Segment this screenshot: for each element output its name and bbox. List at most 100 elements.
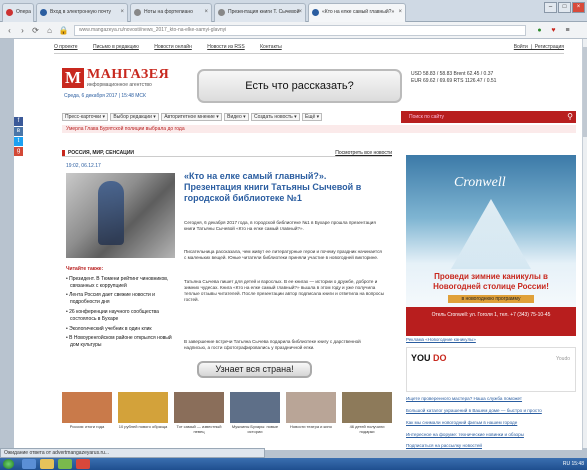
article-paragraph: Сегодня, 6 декабря 2017 года, в городско… [184,220,376,232]
page-scrollbar[interactable] [582,39,587,448]
ad-brand: Cronwell [454,175,506,190]
system-tray[interactable]: RU 15:48 [563,459,584,469]
site-logo[interactable]: М МАНГАЗЕЯ информационное агентство Сред… [62,67,182,105]
close-window-button[interactable]: × [572,2,585,13]
thumb-item[interactable]: Мужчины Бухары: новые истории [230,392,280,447]
thumb-image [286,392,336,423]
all-news-link[interactable]: Посмотреть все новости [335,149,392,157]
menu-icon[interactable]: ≡ [562,25,573,36]
tab-label: Вход в электронную почту [50,9,111,15]
tab-label: Ноты на фортепиано [144,9,193,15]
right-link[interactable]: Интересное на форуме: технические новинк… [406,432,576,438]
right-link[interactable]: Подписаться на рассылку новостей [406,443,576,449]
right-link-text[interactable]: Большой каталог украшений в Вашем доме —… [406,408,542,413]
twitter-icon[interactable]: t [14,137,23,146]
tell-story-banner[interactable]: Есть что рассказать? [197,69,402,103]
rates-line-2: EUR 69.62 / 69.69 RTS 1126.47 / 0.51 [411,78,497,84]
logo-mark: М [62,68,84,88]
menu-more[interactable]: Ещё ▾ [302,113,323,121]
media-icon[interactable] [58,459,72,469]
tab-opera[interactable]: Опера [2,3,34,22]
close-tab-icon[interactable]: × [398,4,402,21]
currency-rates: USD 58.83 / 58.83 Brent 62.45 / 0.37 EUR… [411,71,576,93]
thumb-item[interactable]: Тот самый — известный певец [174,392,224,447]
tab-notes[interactable]: Ноты на фортепиано × [130,3,212,22]
nav-letter[interactable]: Письмо в редакцию [93,44,139,50]
tab-label: Опера [16,9,31,15]
heart-icon[interactable]: ♥ [548,25,559,36]
site-search-input[interactable]: Поиск по сайту ⚲ [401,111,576,123]
youdo-widget[interactable]: YOU DO Youdo [406,347,576,392]
nav-contacts[interactable]: Контакты [260,44,282,50]
thumb-item[interactable]: 10 рублей нового образца [118,392,168,447]
menu-create-news[interactable]: Создать новость ▾ [251,113,300,121]
right-link-text[interactable]: Как мы снимали новогодний фильм в нашем … [406,420,517,425]
christmas-tree-icon [451,199,531,269]
opera-icon [6,9,13,16]
ie-icon[interactable] [22,459,36,469]
article-photo[interactable] [66,173,175,258]
close-tab-icon[interactable]: × [204,4,208,21]
right-link[interactable]: Ищете проверенного мастера? Наша служба … [406,396,576,402]
right-link[interactable]: Как мы снимали новогодний фильм в нашем … [406,420,576,426]
ad-cta-button[interactable]: в новогоднюю программу [448,295,534,303]
tab-presentation[interactable]: Презентация книги Т. Сычевой × [214,3,306,22]
forward-button[interactable]: › [17,25,28,36]
right-link-text[interactable]: Ищете проверенного мастера? Наша служба … [406,396,522,401]
thumb-item[interactable]: Новости театра и кино [286,392,336,447]
thumb-image [62,392,112,423]
nav-rss[interactable]: Новости из RSS [207,44,245,50]
tab-mail[interactable]: Вход в электронную почту × [36,3,128,22]
read-more-item[interactable]: • Лента Россия дает свежие новости и под… [66,292,176,306]
article-paragraph: Писательница рассказала, чем живут ее ли… [184,249,382,261]
home-icon[interactable]: ⌂ [44,25,55,36]
tab-article[interactable]: «Кто на елке самый главный?» × [308,3,406,22]
thumb-item[interactable]: 46 детей получили подарки [342,392,392,447]
right-link-text[interactable]: Интересное на форуме: технические новинк… [406,432,524,437]
scrollbar-thumb[interactable] [583,47,587,137]
section-header: РОССИЯ, МИР, СЕНСАЦИИ Посмотреть все нов… [62,149,392,157]
menu-opinion[interactable]: Авторитетное мнение ▾ [161,113,222,121]
maximize-button[interactable]: □ [558,2,571,13]
thumb-item[interactable]: Россия: итоги года [62,392,112,447]
login-register-link[interactable]: Войти ❘ Регистрация [514,44,564,50]
close-tab-icon[interactable]: × [298,4,302,21]
youdo-logo-b: DO [430,353,447,363]
menu-press-cards[interactable]: Пресс-карточки ▾ [62,113,108,121]
article-title[interactable]: «Кто на елке самый главный?». Презентаци… [184,171,384,204]
article-paragraph: В завершение встречи Татьяна Сычева пода… [184,339,361,351]
reload-icon[interactable]: ⟳ [30,25,41,36]
facebook-icon[interactable]: f [14,117,23,126]
category-toolbar: Пресс-карточки ▾ Выбор редакции ▾ Автори… [62,113,402,122]
news-thumbnails: Россия: итоги года 10 рублей нового обра… [62,392,398,447]
google-icon[interactable]: g [14,147,23,156]
search-icon[interactable]: ⚲ [567,111,573,123]
back-button[interactable]: ‹ [4,25,15,36]
read-more-item[interactable]: • 26 конференции научного сообщества сос… [66,309,176,323]
close-tab-icon[interactable]: × [120,4,124,21]
right-link[interactable]: Большой каталог украшений в Вашем доме —… [406,408,576,414]
folder-icon[interactable] [40,459,54,469]
url-input[interactable]: www.mangazeya.ru/novosti/news_2017_kto-n… [74,25,526,36]
section-title: РОССИЯ, МИР, СЕНСАЦИИ [68,150,135,156]
cronwell-ad-banner[interactable]: Cronwell Проведи зимние каникулы в Новог… [406,155,576,336]
news-ticker[interactable]: Умерла Глава Бурятской полиции выбрала д… [62,125,576,133]
web-page: О проекте Письмо в редакцию Новости онла… [14,39,582,450]
opera-taskbar-icon[interactable] [76,459,90,469]
menu-video[interactable]: Видео ▾ [224,113,249,121]
extension-icon[interactable]: ● [534,25,545,36]
whole-country-button[interactable]: Узнает вся страна! [197,361,312,378]
nav-about[interactable]: О проекте [54,44,78,50]
vk-icon[interactable]: в [14,127,23,136]
right-link-text[interactable]: Подписаться на рассылку новостей [406,443,482,448]
youdo-logo-a: YOU [411,353,431,363]
photo-figure [98,181,124,245]
menu-editors-choice[interactable]: Выбор редакции ▾ [110,113,159,121]
start-button-icon[interactable] [3,459,14,469]
nav-online[interactable]: Новости онлайн [154,44,192,50]
read-more-item[interactable]: • Экологический учебник в один клик [66,326,176,333]
read-more-item[interactable]: • В Новоуренгойском районе открылся новы… [66,335,176,349]
read-more-item[interactable]: • Президент. В Тюмени рейтинг чиновников… [66,276,176,290]
ad-note-link[interactable]: Реклама «Новогодние каникулы» [406,337,476,342]
minimize-button[interactable]: – [544,2,557,13]
